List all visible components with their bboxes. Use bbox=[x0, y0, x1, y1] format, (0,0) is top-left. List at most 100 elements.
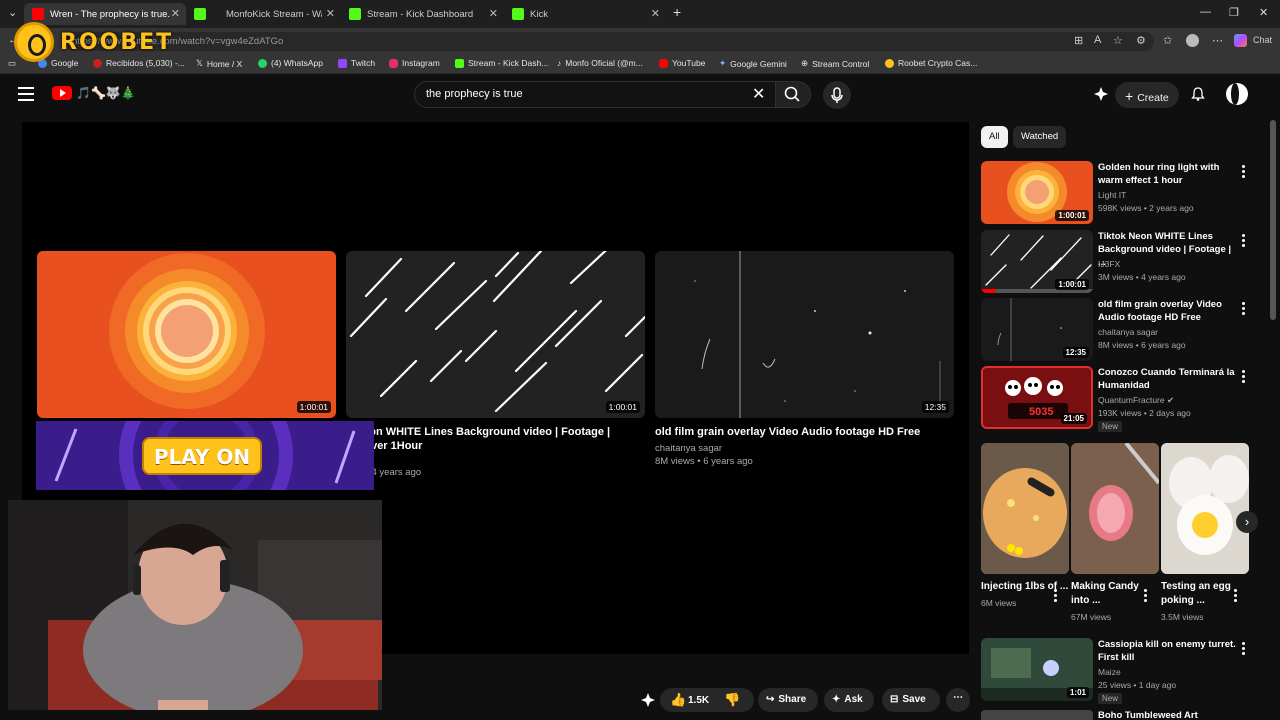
bookmark-roobet[interactable]: Roobet Crypto Cas... bbox=[885, 58, 977, 68]
bookmark-youtube[interactable]: YouTube bbox=[659, 58, 705, 68]
bookmark-star-icon[interactable]: ☆ bbox=[1113, 34, 1123, 47]
youtube-logo-doodle[interactable]: 🎵🦴🐺🎄 bbox=[76, 86, 136, 100]
bookmark-gemini[interactable]: ✦ Google Gemini bbox=[719, 58, 787, 69]
more-options-icon[interactable] bbox=[1242, 234, 1245, 249]
video-channel[interactable]: chaitanya sagar bbox=[1098, 327, 1158, 337]
close-tab-icon[interactable]: ✕ bbox=[171, 7, 180, 20]
video-title[interactable]: old film grain overlay Video Audio foota… bbox=[655, 425, 954, 439]
chip-watched[interactable]: Watched bbox=[1013, 126, 1067, 148]
endscreen-video-card[interactable]: 12:35 old film grain overlay Video Audio… bbox=[655, 251, 954, 467]
like-count[interactable]: 1.5K bbox=[688, 695, 709, 706]
gemini-sparkle-icon[interactable] bbox=[1093, 86, 1109, 102]
video-title[interactable]: k Neon WHITE Lines Background video | Fo… bbox=[346, 425, 645, 453]
video-thumbnail[interactable] bbox=[981, 710, 1093, 720]
related-video-item[interactable]: 1:00:01 Tiktok Neon WHITE Lines Backgrou… bbox=[981, 230, 1271, 294]
bookmark-instagram[interactable]: Instagram bbox=[389, 58, 440, 68]
video-thumbnail[interactable]: 12:35 bbox=[655, 251, 954, 418]
video-thumbnail[interactable]: 1:00:01 bbox=[981, 161, 1093, 224]
endscreen-video-card[interactable]: 1:00:01 k Neon WHITE Lines Background vi… bbox=[346, 251, 645, 478]
create-button[interactable]: + Create bbox=[1115, 82, 1179, 108]
video-thumbnail[interactable]: 1:00:01 bbox=[346, 251, 645, 418]
voice-search-button[interactable] bbox=[823, 81, 851, 109]
video-channel[interactable]: QuantumFracture ✔ bbox=[1098, 395, 1174, 406]
more-options-icon[interactable] bbox=[1234, 589, 1237, 604]
share-button[interactable]: ↪ Share bbox=[758, 688, 818, 712]
short-thumbnail[interactable] bbox=[981, 443, 1069, 574]
menu-dots-icon[interactable]: ⋯ bbox=[1212, 34, 1223, 47]
more-options-icon[interactable] bbox=[1144, 589, 1147, 604]
install-app-icon[interactable]: ⊞ bbox=[1074, 34, 1083, 47]
page-scrollbar[interactable] bbox=[1270, 120, 1276, 320]
short-item[interactable]: Testing an egg poking ... 3.5M views bbox=[1161, 443, 1249, 622]
translate-icon[interactable]: A bbox=[1094, 34, 1101, 46]
video-thumbnail[interactable]: 12:35 bbox=[981, 298, 1093, 361]
account-avatar[interactable] bbox=[1226, 83, 1248, 105]
minimize-icon[interactable]: — bbox=[1200, 6, 1211, 18]
short-thumbnail[interactable] bbox=[1071, 443, 1159, 574]
video-channel[interactable]: Light IT bbox=[1098, 190, 1126, 200]
tab-kick[interactable]: Kick ✕ bbox=[504, 3, 666, 25]
extensions-icon[interactable]: ⚙ bbox=[1136, 34, 1146, 47]
close-tab-icon[interactable]: ✕ bbox=[326, 7, 335, 20]
more-options-icon[interactable] bbox=[1242, 370, 1245, 385]
more-actions-button[interactable]: ⋯ bbox=[946, 688, 970, 712]
short-thumbnail[interactable] bbox=[1161, 443, 1249, 574]
short-item[interactable]: Injecting 1lbs of ... 6M views bbox=[981, 443, 1069, 608]
ask-button[interactable]: ✦ Ask bbox=[824, 688, 874, 712]
close-tab-icon[interactable]: ✕ bbox=[651, 7, 660, 20]
related-video-item[interactable]: 5035 21:05 Conozco Cuando Terminará la H… bbox=[981, 366, 1271, 432]
video-title[interactable]: Conozco Cuando Terminará la Humanidad bbox=[1098, 366, 1238, 392]
video-thumbnail[interactable]: 1:00:01 bbox=[37, 251, 336, 418]
like-icon[interactable]: 👍 bbox=[670, 692, 686, 708]
more-options-icon[interactable] bbox=[1054, 589, 1057, 604]
video-title[interactable]: old film grain overlay Video Audio foota… bbox=[1098, 298, 1238, 324]
more-options-icon[interactable] bbox=[1242, 302, 1245, 317]
roobet-promo-banner[interactable]: PLAY ON bbox=[36, 421, 374, 490]
bookmark-stream-control[interactable]: ⊕ Stream Control bbox=[801, 58, 869, 69]
copilot-icon[interactable] bbox=[1234, 34, 1247, 47]
close-tab-icon[interactable]: ✕ bbox=[489, 7, 498, 20]
notifications-bell-icon[interactable] bbox=[1190, 86, 1206, 102]
more-options-icon[interactable] bbox=[1242, 165, 1245, 180]
close-window-icon[interactable]: ✕ bbox=[1259, 6, 1268, 19]
bookmark-kick-dashboard[interactable]: Stream - Kick Dash... bbox=[455, 58, 548, 68]
maximize-icon[interactable]: ❐ bbox=[1229, 6, 1239, 19]
video-title[interactable]: Golden hour ring light with warm effect … bbox=[1098, 161, 1238, 187]
video-thumbnail[interactable]: 1:01 bbox=[981, 638, 1093, 701]
bookmark-twitch[interactable]: Twitch bbox=[338, 58, 375, 68]
related-video-item[interactable]: 1:00:01 Golden hour ring light with warm… bbox=[981, 161, 1271, 225]
search-input[interactable]: the prophecy is true bbox=[414, 81, 776, 108]
video-meta: 193K views • 2 days ago bbox=[1098, 408, 1191, 418]
menu-icon[interactable] bbox=[18, 87, 34, 101]
dislike-icon[interactable]: 👎 bbox=[724, 692, 740, 708]
bookmark-whatsapp[interactable]: (4) WhatsApp bbox=[258, 58, 323, 68]
short-item[interactable]: Making Candy into ... 67M views bbox=[1071, 443, 1159, 622]
video-channel[interactable]: IJ3FX bbox=[1098, 259, 1120, 269]
shorts-next-arrow-icon[interactable]: › bbox=[1236, 511, 1258, 533]
video-title[interactable]: Cassiopia kill on enemy turret. First ki… bbox=[1098, 638, 1238, 664]
video-thumbnail[interactable]: 5035 21:05 bbox=[981, 366, 1093, 429]
tab-list-icon[interactable]: ⌄ bbox=[8, 6, 17, 19]
video-channel[interactable]: chaitanya sagar bbox=[655, 443, 954, 454]
youtube-logo-icon[interactable] bbox=[52, 86, 72, 100]
chat-button[interactable]: Chat bbox=[1253, 35, 1272, 45]
related-video-item[interactable]: 12:35 old film grain overlay Video Audio… bbox=[981, 298, 1271, 362]
favorites-icon[interactable]: ✩ bbox=[1163, 34, 1172, 47]
chip-all[interactable]: All bbox=[981, 126, 1008, 148]
profile-avatar-icon[interactable] bbox=[1186, 34, 1199, 47]
clear-search-icon[interactable]: ✕ bbox=[752, 84, 765, 104]
new-tab-button[interactable]: + bbox=[673, 4, 681, 20]
save-button[interactable]: ⊟ Save bbox=[882, 688, 940, 712]
more-options-icon[interactable] bbox=[1242, 642, 1245, 657]
url-field[interactable]: https://www.youtube.com/watch?v=vgw4eZdA… bbox=[64, 32, 1154, 51]
tab-kick-dashboard[interactable]: Stream - Kick Dashboard ✕ bbox=[341, 3, 504, 25]
bookmark-tiktok[interactable]: ♪ Monfo Oficial (@m... bbox=[557, 58, 643, 68]
related-video-item[interactable]: 1:01 Cassiopia kill on enemy turret. Fir… bbox=[981, 638, 1271, 704]
video-thumbnail[interactable]: 1:00:01 bbox=[981, 230, 1093, 293]
video-channel[interactable]: Maize bbox=[1098, 667, 1121, 677]
endscreen-video-card[interactable]: 1:00:01 bbox=[37, 251, 336, 418]
play-on-button[interactable]: PLAY ON bbox=[142, 437, 262, 475]
ask-sparkle-icon[interactable] bbox=[640, 692, 656, 708]
search-button[interactable] bbox=[775, 81, 811, 108]
video-title[interactable]: Boho Tumbleweed Art bbox=[1098, 710, 1198, 720]
